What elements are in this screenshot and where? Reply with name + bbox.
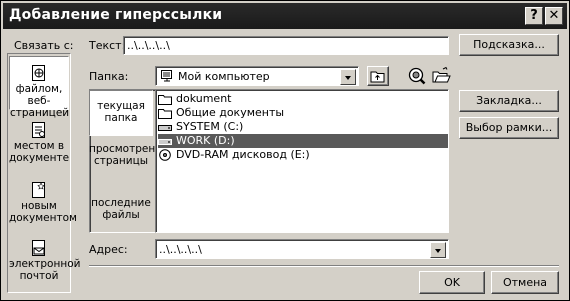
link-to-label-file: файлом, веб-страницей [10, 83, 70, 119]
nav-current-folder[interactable]: текущая папка [89, 90, 153, 136]
link-to-label-new: новым документом [9, 200, 77, 224]
drive-icon [158, 135, 172, 147]
chevron-down-icon[interactable] [340, 69, 356, 85]
folder-icon [158, 107, 172, 119]
divider [89, 265, 559, 267]
up-folder-button[interactable] [367, 66, 389, 86]
file-name: Общие документы [176, 106, 285, 119]
address-label: Адрес: [89, 243, 128, 256]
bookmark-button[interactable]: Закладка... [459, 90, 559, 112]
link-to-place-in-document[interactable]: местом в документе [9, 122, 69, 166]
target-frame-button[interactable]: Выбор рамки... [459, 117, 559, 139]
text-input-value: ..\..\..\..\ [127, 39, 170, 52]
email-icon [32, 240, 46, 256]
hint-button[interactable]: Подсказка... [459, 34, 559, 56]
document-place-icon [32, 122, 46, 138]
address-input-value: ..\..\..\..\ [159, 243, 202, 256]
folder-icon [158, 93, 172, 105]
open-folder-icon [432, 66, 451, 83]
globe-page-icon [32, 65, 46, 81]
hyperlink-dialog: Добавление гиперссылки ? ✕ Связать с: фа… [0, 0, 570, 301]
globe-search-icon [408, 67, 426, 85]
my-computer-icon [160, 69, 174, 83]
file-name: DVD-RAM дисковод (E:) [176, 148, 310, 161]
list-item[interactable]: dokument [158, 92, 231, 106]
text-input[interactable]: ..\..\..\..\ [123, 36, 449, 55]
nav-current-folder-label: текущая папка [97, 100, 145, 124]
help-button[interactable]: ? [525, 7, 543, 25]
drive-icon [158, 121, 172, 133]
nav-browsed-pages[interactable]: просмотренные страницы [89, 143, 177, 183]
browse-nav: текущая папка просмотренные страницы пос… [89, 89, 177, 233]
folder-label: Папка: [89, 70, 129, 83]
list-item[interactable]: DVD-RAM дисковод (E:) [158, 148, 310, 162]
folder-select-value: Мой компьютер [178, 70, 270, 83]
title-bar: Добавление гиперссылки ? ✕ [3, 3, 567, 29]
file-name: WORK (D:) [176, 134, 235, 147]
browse-file-button[interactable] [431, 66, 451, 86]
folder-select[interactable]: Мой компьютер [155, 66, 359, 86]
folder-up-icon [370, 71, 385, 83]
nav-recent-files[interactable]: последние файлы [89, 197, 153, 227]
link-to-new-document[interactable]: новым документом [9, 182, 77, 226]
address-input[interactable]: ..\..\..\..\ [155, 239, 449, 259]
link-to-label-email: электронной почтой [9, 258, 81, 282]
list-item-selected[interactable]: WORK (D:) [158, 134, 448, 148]
file-list[interactable]: dokument Общие документы SYSTEM (C:) WOR… [155, 89, 449, 233]
link-to-email[interactable]: электронной почтой [9, 240, 80, 288]
list-item[interactable]: SYSTEM (C:) [158, 120, 243, 134]
file-name: dokument [176, 92, 232, 105]
cancel-button[interactable]: Отмена [491, 271, 559, 294]
text-label: Текст: [89, 39, 126, 52]
list-item[interactable]: Общие документы [158, 106, 284, 120]
browse-web-button[interactable] [406, 65, 428, 87]
new-document-icon [32, 182, 46, 198]
link-to-label: Связать с: [14, 39, 74, 52]
link-to-file-webpage[interactable]: файлом, веб-страницей [9, 56, 69, 119]
chevron-down-icon[interactable] [430, 242, 446, 258]
close-button[interactable]: ✕ [545, 7, 563, 25]
link-to-bar: файлом, веб-страницей местом в документе… [7, 53, 80, 293]
link-to-label-place: местом в документе [9, 140, 70, 164]
window-title: Добавление гиперссылки [9, 7, 223, 23]
file-name: SYSTEM (C:) [176, 120, 244, 133]
dvd-drive-icon [158, 149, 172, 161]
ok-button[interactable]: OK [419, 271, 485, 294]
nav-recent-files-label: последние файлы [91, 197, 151, 221]
